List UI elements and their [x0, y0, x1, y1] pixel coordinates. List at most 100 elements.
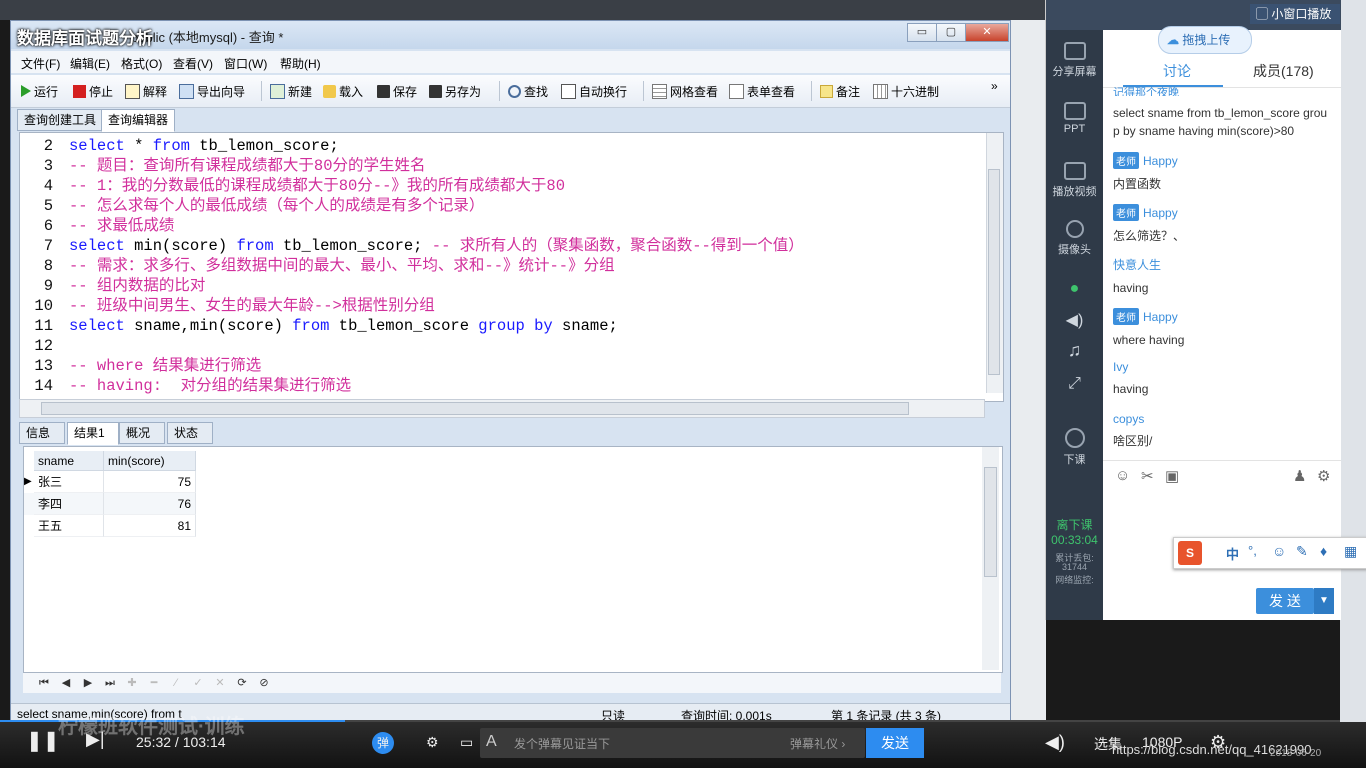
last-record-icon[interactable]: ⏭: [103, 676, 117, 690]
users-icon[interactable]: ♟: [1293, 467, 1306, 485]
form-view-button[interactable]: 表单查看: [729, 82, 795, 100]
menu-format[interactable]: 格式(O): [121, 55, 162, 72]
sql-editor[interactable]: 2 select * from tb_lemon_score; 3 -- 题目：查询所…: [19, 132, 1004, 402]
font-style-icon[interactable]: A: [486, 733, 497, 751]
code-line[interactable]: 9 -- 组内数据的比对: [20, 276, 980, 296]
tab-profile[interactable]: 概况: [119, 422, 165, 444]
microphone-icon[interactable]: ●: [1046, 280, 1103, 298]
chat-author[interactable]: 老师 Happy: [1113, 152, 1333, 169]
stop-button[interactable]: 停止: [73, 82, 113, 100]
column-header-sname[interactable]: sname: [34, 451, 104, 471]
code-line[interactable]: 12: [20, 336, 980, 356]
chat-author[interactable]: 快意人生: [1113, 256, 1333, 273]
danmu-input[interactable]: A 发个弹幕见证当下 弹幕礼仪 ›: [480, 728, 865, 758]
find-button[interactable]: 查找: [508, 82, 548, 100]
chat-author[interactable]: copys: [1113, 412, 1333, 426]
danmu-etiquette-link[interactable]: 弹幕礼仪 ›: [790, 735, 845, 752]
editor-vertical-scroll-thumb[interactable]: [988, 169, 1000, 375]
ime-toolbox-icon[interactable]: ▦: [1344, 543, 1357, 560]
ime-handwrite-icon[interactable]: ✎: [1296, 543, 1308, 560]
tab-result1[interactable]: 结果1: [67, 422, 119, 445]
ime-emoji-icon[interactable]: ☺: [1272, 543, 1286, 559]
code-line[interactable]: 3 -- 题目：查询所有课程成绩都大于80分的学生姓名: [20, 156, 980, 176]
share-screen-button[interactable]: 分享屏幕: [1046, 42, 1103, 79]
table-row[interactable]: 王五 81: [24, 515, 196, 537]
code-line[interactable]: 2 select * from tb_lemon_score;: [20, 136, 980, 156]
grid-view-button[interactable]: 网格查看: [652, 82, 718, 100]
note-button[interactable]: 备注: [820, 82, 860, 100]
code-line[interactable]: 6 -- 求最低成绩: [20, 216, 980, 236]
chat-author[interactable]: Ivy: [1113, 360, 1333, 374]
tab-discussion[interactable]: 讨论: [1163, 61, 1191, 81]
first-record-icon[interactable]: ⏮: [37, 676, 51, 690]
export-wizard-button[interactable]: 导出向导: [179, 82, 245, 100]
scissors-icon[interactable]: ✂: [1141, 467, 1154, 485]
refresh-icon[interactable]: ⟳: [235, 676, 249, 690]
fullscreen-icon[interactable]: ⤢: [1046, 375, 1103, 393]
cell-min-score[interactable]: 81: [104, 515, 196, 537]
code-line[interactable]: 4 -- 1：我的分数最低的课程成绩都大于80分--》我的所有成绩都大于80: [20, 176, 980, 196]
apply-changes-icon[interactable]: ✓: [191, 676, 205, 690]
run-button[interactable]: 运行: [21, 82, 58, 100]
danmu-settings-icon[interactable]: ⚙: [426, 734, 439, 751]
music-icon[interactable]: ♫: [1046, 340, 1103, 361]
code-line[interactable]: 5 -- 怎么求每个人的最低成绩（每个人的成绩是有多个记录）: [20, 196, 980, 216]
send-button[interactable]: 发 送: [1256, 588, 1314, 614]
stop-icon[interactable]: ⊘: [257, 676, 271, 690]
maximize-button[interactable]: ▢: [936, 23, 966, 42]
cell-sname[interactable]: 王五: [34, 515, 104, 537]
emoji-icon[interactable]: ☺: [1115, 467, 1130, 484]
edit-record-icon[interactable]: ⁄: [169, 676, 183, 690]
discard-changes-icon[interactable]: ✕: [213, 676, 227, 690]
ppt-button[interactable]: PPT: [1046, 102, 1103, 135]
minimize-button[interactable]: ▭: [907, 23, 937, 42]
chat-author[interactable]: 老师 Happy: [1113, 308, 1333, 325]
code-line[interactable]: 14 -- having: 对分组的结果集进行筛选: [20, 376, 980, 396]
mini-window-button[interactable]: ▢ 小窗口播放: [1250, 4, 1340, 24]
table-row[interactable]: 李四 76: [24, 493, 196, 515]
menu-view[interactable]: 查看(V): [173, 55, 213, 72]
settings-icon[interactable]: ⚙: [1317, 467, 1330, 485]
code-line[interactable]: 13 -- where 结果集进行筛选: [20, 356, 980, 376]
editor-horizontal-scroll-thumb[interactable]: [41, 402, 909, 415]
next-record-icon[interactable]: ▶: [81, 676, 95, 690]
add-record-icon[interactable]: ✚: [125, 676, 139, 690]
menu-help[interactable]: 帮助(H): [280, 55, 321, 72]
tab-query-builder[interactable]: 查询创建工具: [17, 109, 104, 131]
danmu-send-button[interactable]: 发送: [866, 728, 924, 758]
menu-file[interactable]: 文件(F): [21, 55, 60, 72]
column-header-min-score[interactable]: min(score): [104, 451, 196, 471]
title-bar[interactable]: public (本地mysql) - 查询 * 数据库面试题分析 ▭ ▢ ✕: [11, 21, 1010, 49]
sogou-logo-icon[interactable]: S: [1178, 541, 1202, 565]
toolbar-overflow-button[interactable]: »: [991, 77, 998, 95]
menu-edit[interactable]: 编辑(E): [70, 55, 110, 72]
end-class-button[interactable]: 下课: [1046, 428, 1103, 467]
cell-sname[interactable]: 张三: [34, 471, 104, 493]
menu-window[interactable]: 窗口(W): [224, 55, 267, 72]
danmu-filter-icon[interactable]: ▭: [460, 734, 473, 751]
tab-query-editor[interactable]: 查询编辑器: [101, 109, 176, 132]
word-wrap-button[interactable]: 自动换行: [561, 82, 627, 100]
hex-button[interactable]: 十六进制: [873, 82, 939, 100]
cell-min-score[interactable]: 75: [104, 471, 196, 493]
camera-button[interactable]: 摄像头: [1046, 220, 1103, 257]
code-line[interactable]: 7 select min(score) from tb_lemon_score; …: [20, 236, 980, 256]
new-button[interactable]: 新建: [270, 82, 312, 100]
save-as-button[interactable]: 另存为: [429, 82, 481, 100]
code-line[interactable]: 10 -- 班级中间男生、女生的最大年龄-->根据性别分组: [20, 296, 980, 316]
danmu-toggle-button[interactable]: 弹: [372, 732, 394, 754]
delete-record-icon[interactable]: ━: [147, 676, 161, 690]
ime-punctuation-toggle[interactable]: °,: [1248, 543, 1257, 558]
image-icon[interactable]: ▣: [1165, 467, 1179, 485]
tab-status[interactable]: 状态: [167, 422, 213, 444]
load-button[interactable]: 载入: [323, 82, 363, 100]
speaker-icon[interactable]: ◀): [1046, 310, 1103, 330]
ime-voice-icon[interactable]: ♦: [1320, 543, 1327, 559]
table-row[interactable]: ▶ 张三 75: [24, 471, 196, 493]
save-button[interactable]: 保存: [377, 82, 417, 100]
close-button[interactable]: ✕: [965, 23, 1009, 42]
code-line[interactable]: 8 -- 需求：求多行、多组数据中间的最大、最小、平均、求和--》统计--》分组: [20, 256, 980, 276]
pause-icon[interactable]: ❚❚: [26, 728, 60, 753]
grid-vertical-scroll-thumb[interactable]: [984, 467, 997, 577]
send-options-chevron-icon[interactable]: ▼: [1314, 588, 1334, 614]
